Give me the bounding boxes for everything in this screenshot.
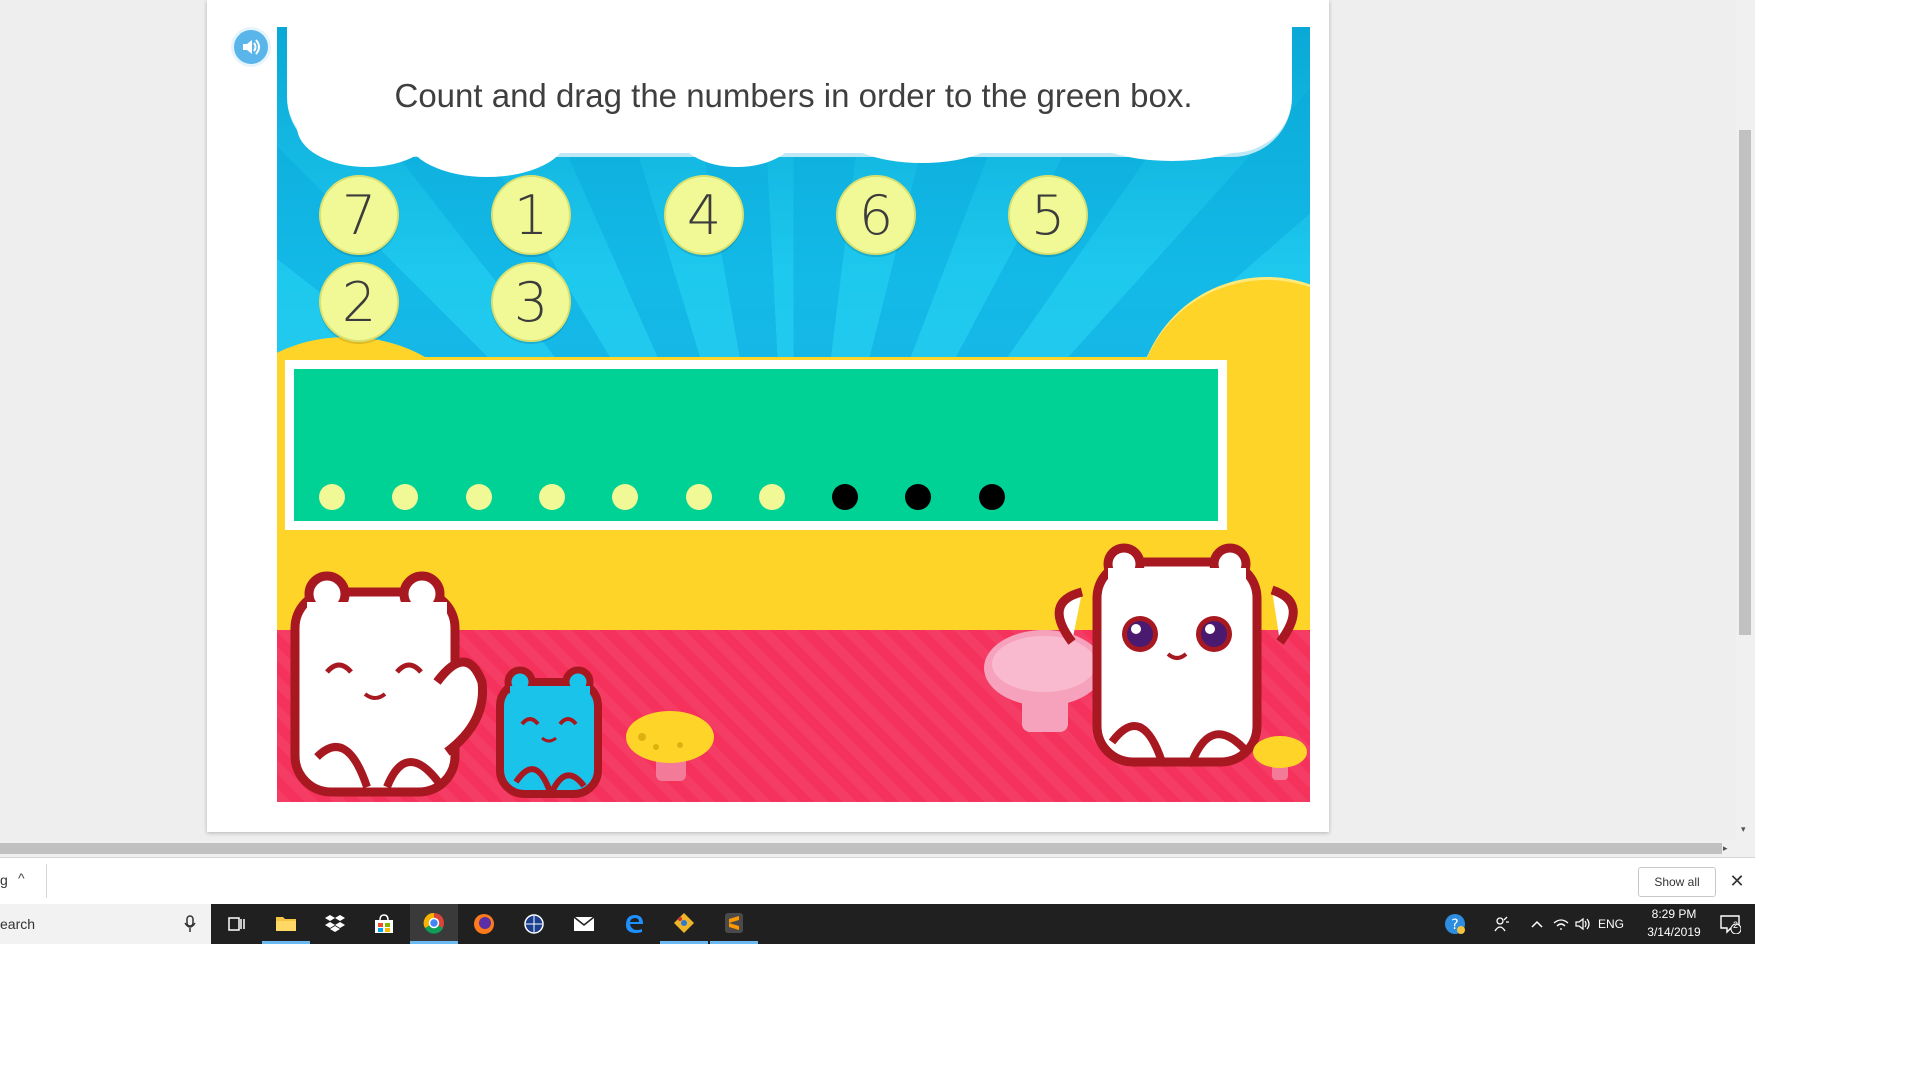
horizontal-scrollbar-thumb[interactable] bbox=[0, 843, 1722, 854]
small-yellow-mushroom bbox=[1253, 736, 1307, 780]
taskbar-search-box[interactable]: earch bbox=[0, 904, 211, 944]
screen: Count and drag the numbers in order to t… bbox=[0, 0, 1920, 1080]
microsoft-store-icon[interactable] bbox=[360, 904, 408, 944]
show-hidden-icons-chevron-icon[interactable] bbox=[1525, 904, 1549, 944]
action-center-icon[interactable]: 2 bbox=[1712, 904, 1748, 944]
count-dot-black bbox=[905, 484, 932, 510]
microphone-icon[interactable] bbox=[183, 915, 197, 933]
windows-taskbar: earch ? ENG 8:29 PM 3/14/2019 2 bbox=[0, 904, 1755, 944]
file-explorer-icon[interactable] bbox=[262, 904, 310, 944]
notification-count: 2 bbox=[1733, 920, 1739, 930]
mail-icon[interactable] bbox=[560, 904, 608, 944]
count-dot-yellow bbox=[538, 484, 565, 510]
dropbox-icon[interactable] bbox=[311, 904, 359, 944]
scroll-down-arrow-icon[interactable]: ▾ bbox=[1741, 824, 1746, 835]
audio-button[interactable] bbox=[231, 27, 271, 67]
show-all-button[interactable]: Show all bbox=[1638, 867, 1716, 897]
compass-app-icon[interactable] bbox=[510, 904, 558, 944]
green-drop-zone[interactable] bbox=[294, 369, 1218, 521]
network-icon[interactable] bbox=[1550, 904, 1572, 944]
drop-zone-frame bbox=[285, 360, 1227, 530]
vertical-scrollbar-thumb[interactable] bbox=[1739, 130, 1751, 635]
yellow-mushroom bbox=[626, 711, 714, 781]
chrome-icon[interactable] bbox=[410, 904, 458, 944]
download-item-menu-chevron-icon[interactable]: ^ bbox=[18, 870, 25, 886]
count-dot-black bbox=[832, 484, 859, 510]
scroll-right-arrow-icon[interactable]: ▸ bbox=[1723, 843, 1728, 854]
speaker-icon bbox=[243, 39, 260, 55]
number-token-7[interactable]: 7 bbox=[319, 175, 399, 255]
download-divider bbox=[46, 864, 47, 898]
count-dot-yellow bbox=[685, 484, 712, 510]
number-token-2[interactable]: 2 bbox=[319, 262, 399, 342]
count-dot-yellow bbox=[758, 484, 785, 510]
download-item-name[interactable]: g bbox=[0, 872, 8, 888]
volume-icon[interactable] bbox=[1572, 904, 1594, 944]
number-token-4[interactable]: 4 bbox=[664, 175, 744, 255]
edge-icon[interactable] bbox=[610, 904, 658, 944]
count-dot-yellow bbox=[392, 484, 419, 510]
count-dot-black bbox=[978, 484, 1005, 510]
number-token-1[interactable]: 1 bbox=[491, 175, 571, 255]
game-canvas: Count and drag the numbers in order to t… bbox=[277, 27, 1310, 802]
help-icon[interactable]: ? bbox=[1438, 904, 1472, 944]
language-indicator[interactable]: ENG bbox=[1598, 917, 1624, 931]
task-view-icon[interactable] bbox=[213, 904, 261, 944]
clock-date[interactable]: 3/14/2019 bbox=[1640, 925, 1708, 939]
clock-time[interactable]: 8:29 PM bbox=[1644, 907, 1704, 921]
count-dot-yellow bbox=[612, 484, 639, 510]
number-token-6[interactable]: 6 bbox=[836, 175, 916, 255]
git-icon[interactable] bbox=[660, 904, 708, 944]
number-token-5[interactable]: 5 bbox=[1008, 175, 1088, 255]
firefox-icon[interactable] bbox=[460, 904, 508, 944]
number-token-3[interactable]: 3 bbox=[491, 262, 571, 342]
count-dot-yellow bbox=[319, 484, 345, 510]
people-icon[interactable] bbox=[1487, 904, 1517, 944]
close-icon[interactable]: ✕ bbox=[1725, 868, 1749, 894]
sublime-text-icon[interactable] bbox=[710, 904, 758, 944]
download-bar: g ^ Show all ✕ bbox=[0, 857, 1755, 904]
blue-creature bbox=[496, 666, 602, 798]
search-input[interactable]: earch bbox=[0, 916, 35, 932]
count-dot-yellow bbox=[465, 484, 492, 510]
